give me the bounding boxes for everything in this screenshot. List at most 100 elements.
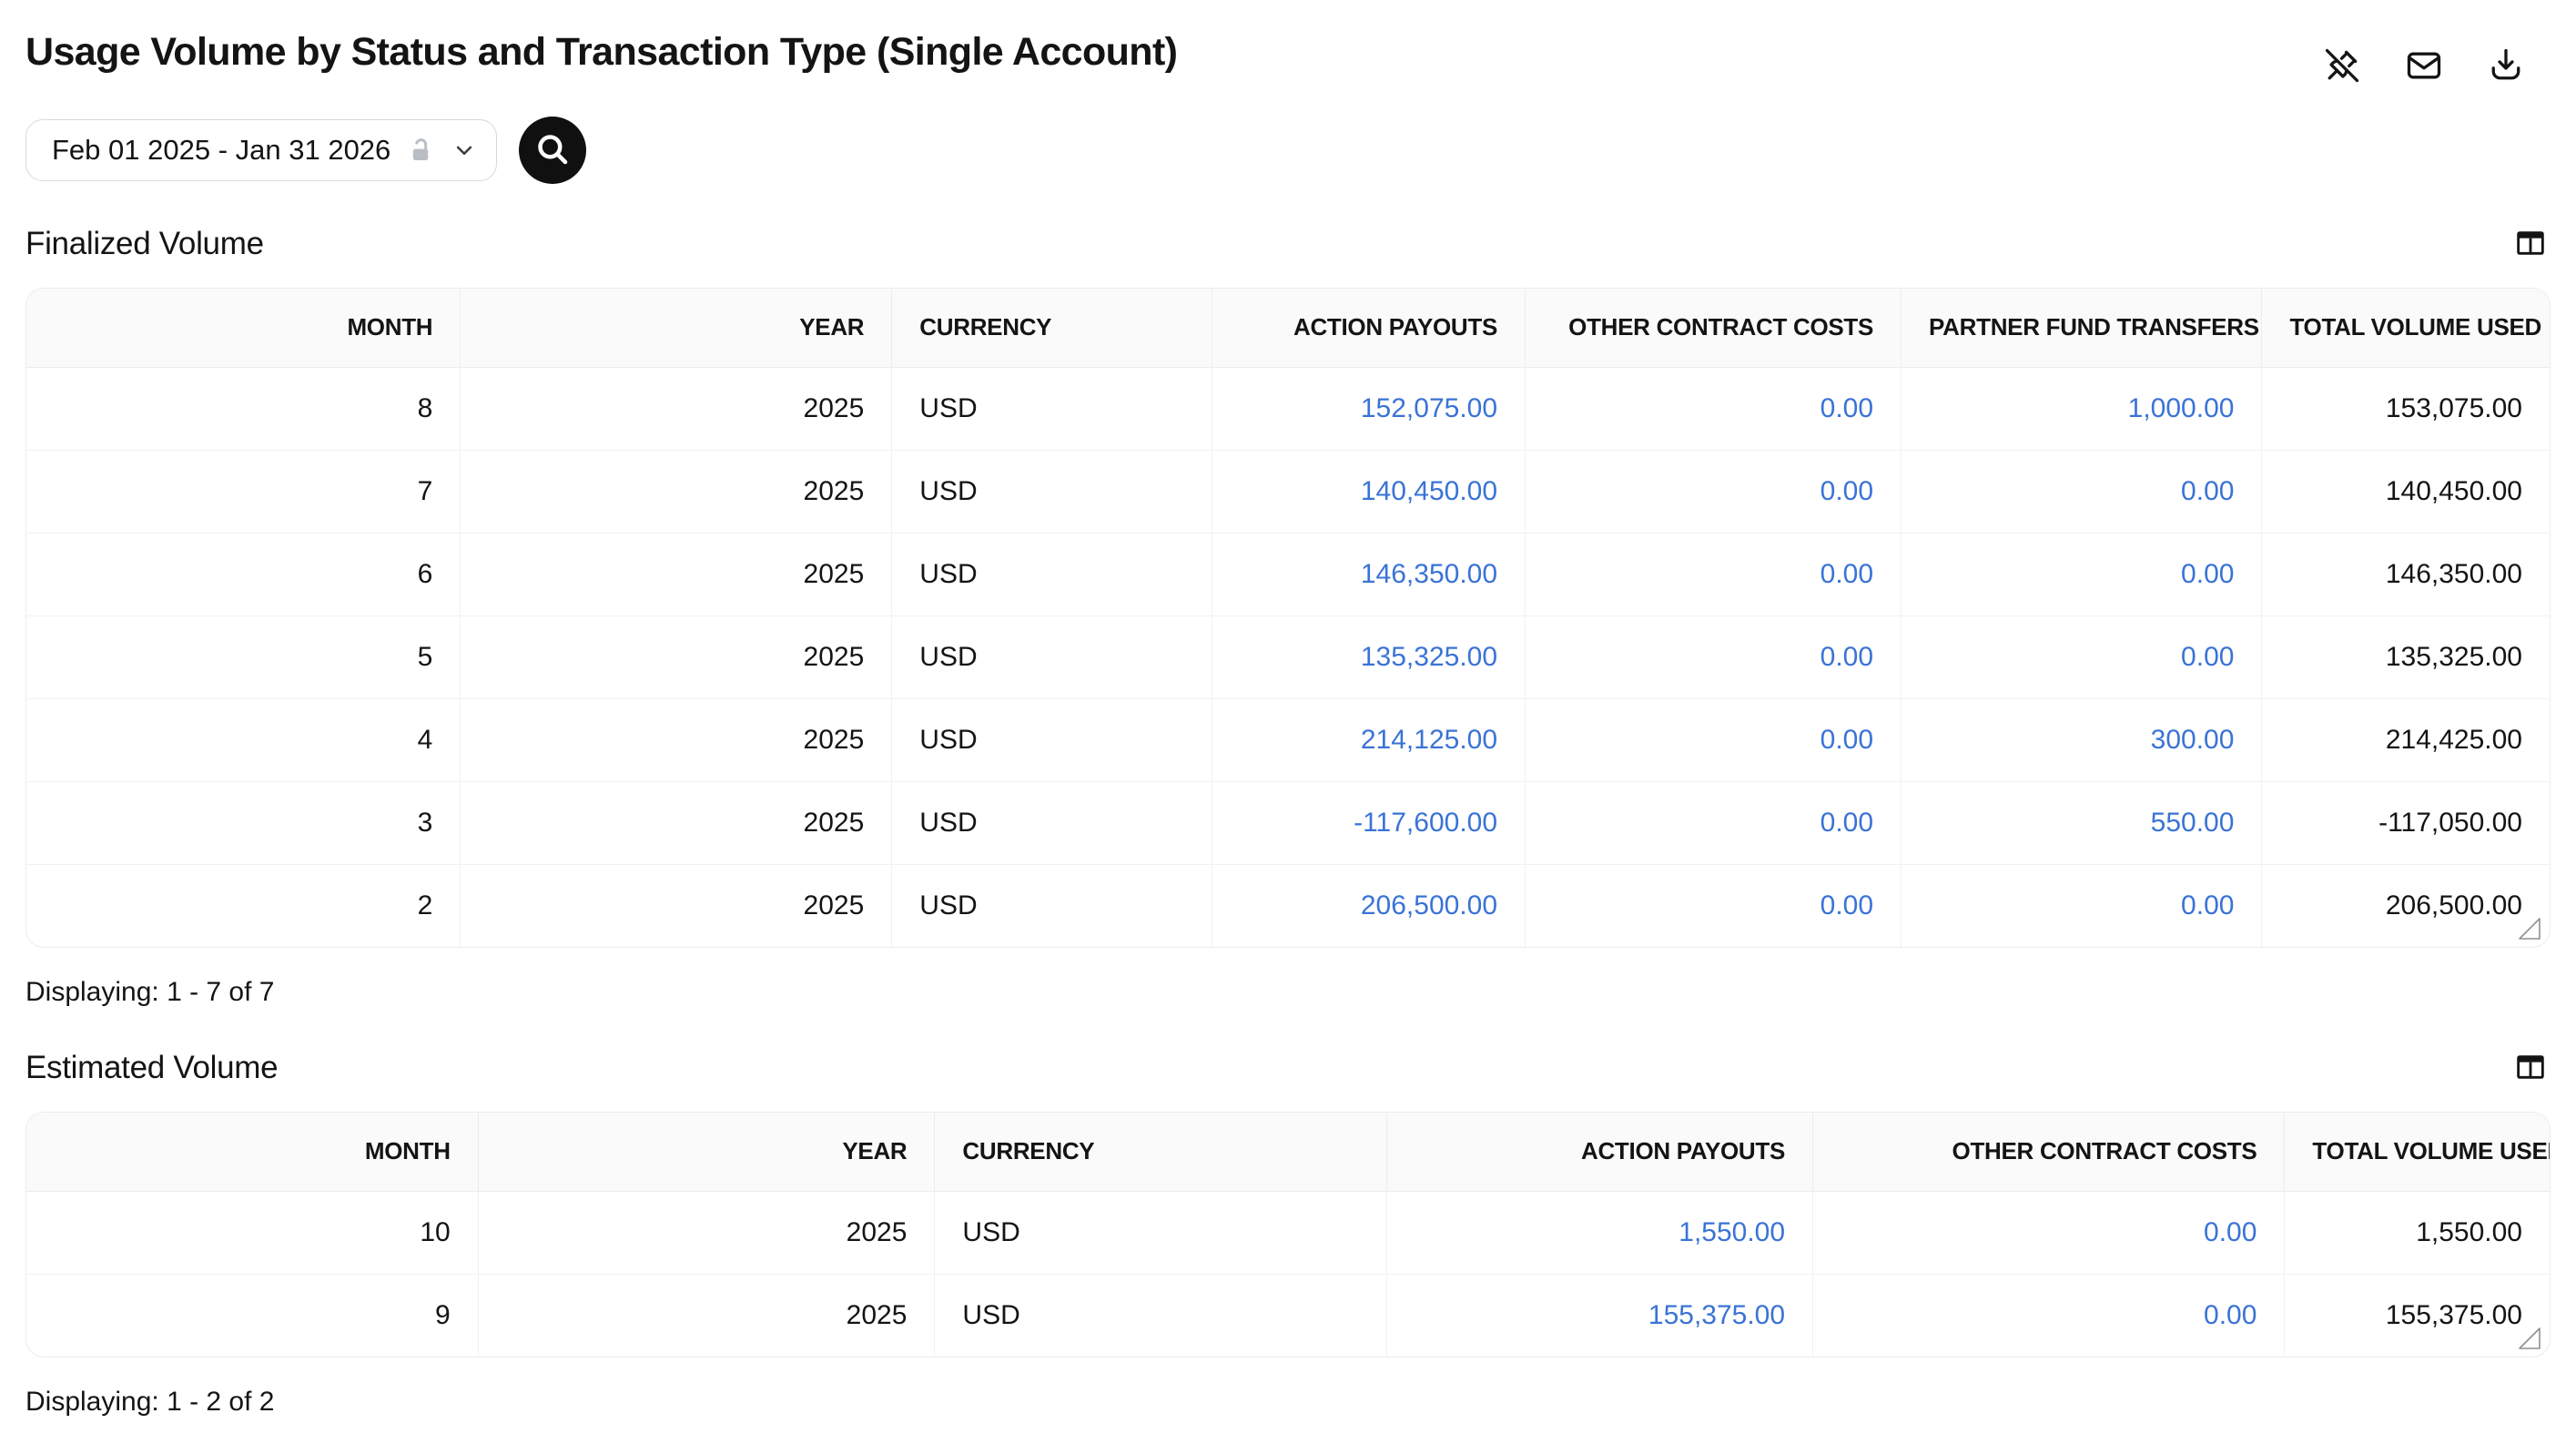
- cell-link-partner_fund_transfers[interactable]: 300.00: [2151, 725, 2235, 755]
- column-header-year: YEAR: [478, 1113, 935, 1191]
- cell-partner_fund_transfers: 0.00: [1902, 533, 2262, 615]
- download-report-button[interactable]: [2483, 44, 2529, 89]
- cell-total_volume_used: 140,450.00: [2262, 450, 2550, 533]
- cell-link-partner_fund_transfers[interactable]: 0.00: [2181, 890, 2234, 920]
- search-icon: [533, 130, 572, 171]
- cell-action_payouts: 1,550.00: [1386, 1191, 1812, 1274]
- cell-link-action_payouts[interactable]: 214,125.00: [1361, 725, 1497, 755]
- cell-total_volume_used: 1,550.00: [2285, 1191, 2550, 1274]
- search-button[interactable]: [519, 117, 586, 184]
- cell-other_contract_costs: 0.00: [1526, 615, 1902, 698]
- column-header-total_volume_used: TOTAL VOLUME USED: [2262, 289, 2550, 367]
- cell-link-partner_fund_transfers[interactable]: 0.00: [2181, 642, 2234, 672]
- page-title: Usage Volume by Status and Transaction T…: [25, 29, 2576, 75]
- column-header-partner_fund_transfers: PARTNER FUND TRANSFERS: [1902, 289, 2262, 367]
- cell-year: 2025: [461, 533, 892, 615]
- cell-link-action_payouts[interactable]: 140,450.00: [1361, 476, 1497, 506]
- cell-link-action_payouts[interactable]: 155,375.00: [1648, 1300, 1785, 1330]
- mail-icon: [2404, 46, 2444, 88]
- cell-link-other_contract_costs[interactable]: 0.00: [1820, 725, 1873, 755]
- cell-year: 2025: [461, 615, 892, 698]
- cell-partner_fund_transfers: 300.00: [1902, 698, 2262, 781]
- table-row: 92025USD155,375.000.00155,375.00: [26, 1274, 2550, 1357]
- cell-other_contract_costs: 0.00: [1526, 698, 1902, 781]
- pagination-summary-finalized: Displaying: 1 - 7 of 7: [25, 977, 2551, 1008]
- cell-link-partner_fund_transfers[interactable]: 1,000.00: [2128, 393, 2235, 423]
- cell-total_volume_used: 135,325.00: [2262, 615, 2550, 698]
- cell-link-partner_fund_transfers[interactable]: 0.00: [2181, 476, 2234, 506]
- column-header-total_volume_used: TOTAL VOLUME USED: [2285, 1113, 2550, 1191]
- table-row: 32025USD-117,600.000.00550.00-117,050.00: [26, 781, 2550, 864]
- cell-link-action_payouts[interactable]: 135,325.00: [1361, 642, 1497, 672]
- cell-other_contract_costs: 0.00: [1526, 450, 1902, 533]
- cell-year: 2025: [461, 864, 892, 947]
- finalized-volume-table: MONTHYEARCURRENCYACTION PAYOUTSOTHER CON…: [26, 289, 2550, 947]
- cell-month: 6: [26, 533, 461, 615]
- cell-month: 5: [26, 615, 461, 698]
- cell-currency: USD: [892, 367, 1212, 450]
- cell-year: 2025: [461, 450, 892, 533]
- report-actions-toolbar: [2319, 44, 2529, 89]
- cell-link-other_contract_costs[interactable]: 0.00: [1820, 559, 1873, 589]
- cell-link-action_payouts[interactable]: 1,550.00: [1678, 1217, 1785, 1247]
- column-header-other_contract_costs: OTHER CONTRACT COSTS: [1813, 1113, 2285, 1191]
- cell-link-other_contract_costs[interactable]: 0.00: [1820, 890, 1873, 920]
- unpin-report-button[interactable]: [2319, 44, 2365, 89]
- cell-link-other_contract_costs[interactable]: 0.00: [2204, 1300, 2257, 1330]
- email-report-button[interactable]: [2401, 44, 2447, 89]
- cell-action_payouts: 146,350.00: [1212, 533, 1526, 615]
- date-range-value: Feb 01 2025 - Jan 31 2026: [52, 134, 390, 167]
- cell-month: 4: [26, 698, 461, 781]
- cell-total_volume_used: 206,500.00: [2262, 864, 2550, 947]
- cell-action_payouts: 214,125.00: [1212, 698, 1526, 781]
- table-row: 22025USD206,500.000.000.00206,500.00: [26, 864, 2550, 947]
- cell-year: 2025: [461, 698, 892, 781]
- table-resize-handle[interactable]: [2518, 1327, 2541, 1350]
- cell-link-partner_fund_transfers[interactable]: 550.00: [2151, 808, 2235, 838]
- customize-columns-button[interactable]: [2510, 224, 2551, 264]
- section-title-finalized: Finalized Volume: [25, 226, 264, 262]
- table-columns-icon: [2512, 1049, 2549, 1088]
- column-header-currency: CURRENCY: [935, 1113, 1386, 1191]
- cell-other_contract_costs: 0.00: [1813, 1274, 2285, 1357]
- cell-link-other_contract_costs[interactable]: 0.00: [1820, 642, 1873, 672]
- pagination-summary-estimated: Displaying: 1 - 2 of 2: [25, 1387, 2551, 1418]
- cell-partner_fund_transfers: 0.00: [1902, 450, 2262, 533]
- cell-link-partner_fund_transfers[interactable]: 0.00: [2181, 559, 2234, 589]
- cell-currency: USD: [935, 1191, 1386, 1274]
- cell-total_volume_used: -117,050.00: [2262, 781, 2550, 864]
- cell-link-other_contract_costs[interactable]: 0.00: [1820, 393, 1873, 423]
- estimated-volume-section: Estimated Volume MONTHYEARCURRENCYACTION…: [0, 1048, 2576, 1418]
- cell-link-action_payouts[interactable]: -117,600.00: [1354, 808, 1497, 838]
- section-header: Estimated Volume: [25, 1048, 2551, 1088]
- date-range-select[interactable]: Feb 01 2025 - Jan 31 2026: [25, 119, 497, 181]
- section-title-estimated: Estimated Volume: [25, 1050, 278, 1086]
- cell-other_contract_costs: 0.00: [1526, 864, 1902, 947]
- cell-currency: USD: [935, 1274, 1386, 1357]
- cell-partner_fund_transfers: 1,000.00: [1902, 367, 2262, 450]
- table-row: 102025USD1,550.000.001,550.00: [26, 1191, 2550, 1274]
- cell-action_payouts: 155,375.00: [1386, 1274, 1812, 1357]
- cell-link-action_payouts[interactable]: 152,075.00: [1361, 393, 1497, 423]
- column-header-action_payouts: ACTION PAYOUTS: [1386, 1113, 1812, 1191]
- column-header-action_payouts: ACTION PAYOUTS: [1212, 289, 1526, 367]
- table-row: 72025USD140,450.000.000.00140,450.00: [26, 450, 2550, 533]
- column-header-currency: CURRENCY: [892, 289, 1212, 367]
- table-header-row: MONTHYEARCURRENCYACTION PAYOUTSOTHER CON…: [26, 1113, 2550, 1191]
- cell-link-action_payouts[interactable]: 146,350.00: [1361, 559, 1497, 589]
- cell-month: 2: [26, 864, 461, 947]
- column-header-other_contract_costs: OTHER CONTRACT COSTS: [1526, 289, 1902, 367]
- cell-link-other_contract_costs[interactable]: 0.00: [1820, 808, 1873, 838]
- cell-action_payouts: 206,500.00: [1212, 864, 1526, 947]
- table-header-row: MONTHYEARCURRENCYACTION PAYOUTSOTHER CON…: [26, 289, 2550, 367]
- customize-columns-button[interactable]: [2510, 1048, 2551, 1088]
- column-header-month: MONTH: [26, 1113, 478, 1191]
- cell-link-action_payouts[interactable]: 206,500.00: [1361, 890, 1497, 920]
- table-resize-handle[interactable]: [2518, 917, 2541, 941]
- pin-off-icon: [2322, 46, 2362, 88]
- cell-partner_fund_transfers: 0.00: [1902, 864, 2262, 947]
- cell-link-other_contract_costs[interactable]: 0.00: [1820, 476, 1873, 506]
- column-header-year: YEAR: [461, 289, 892, 367]
- cell-total_volume_used: 214,425.00: [2262, 698, 2550, 781]
- cell-link-other_contract_costs[interactable]: 0.00: [2204, 1217, 2257, 1247]
